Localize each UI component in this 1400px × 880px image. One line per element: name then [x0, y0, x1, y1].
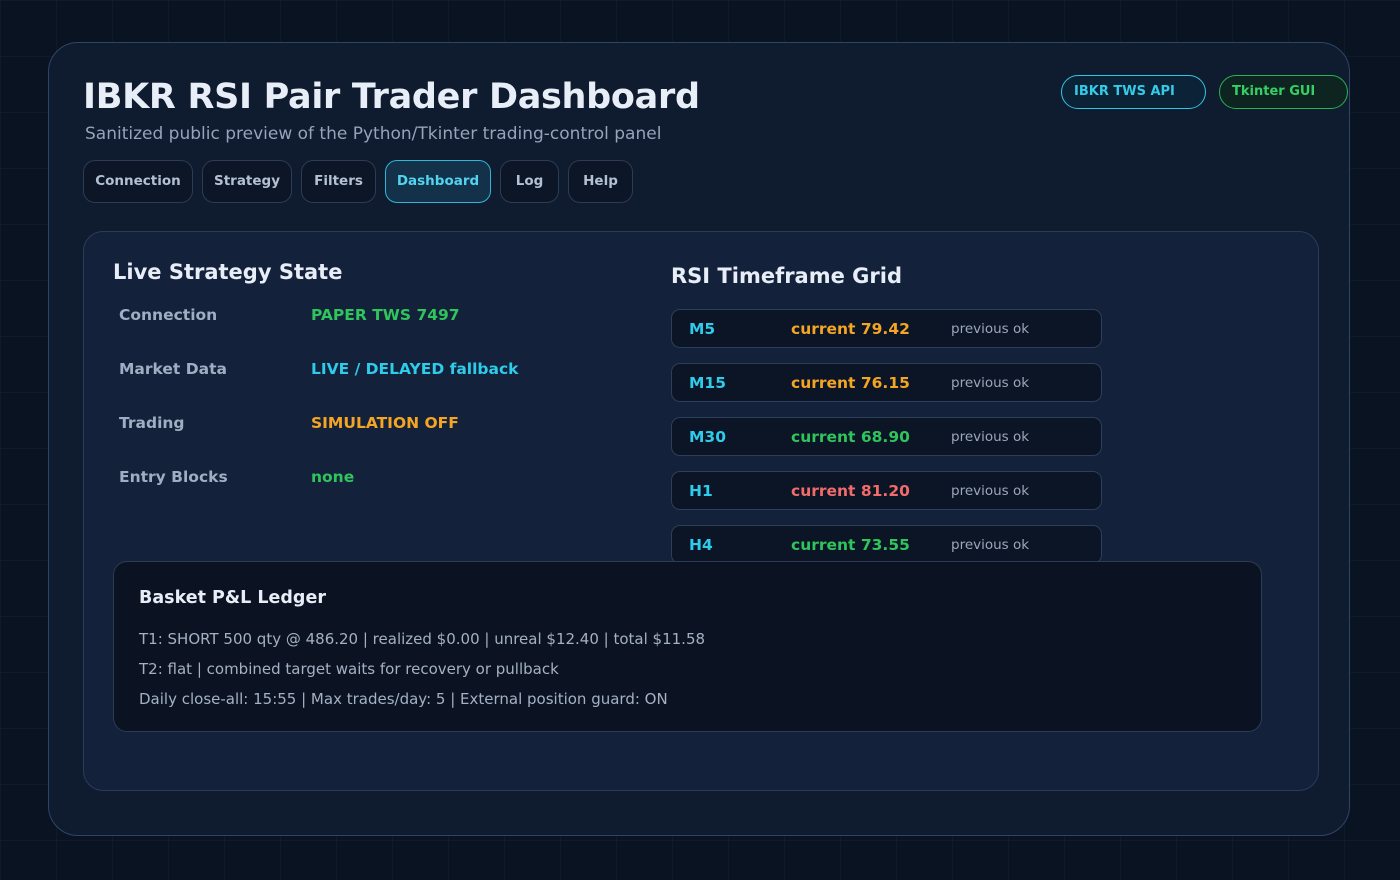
page-title: IBKR RSI Pair Trader Dashboard: [83, 77, 700, 117]
dashboard-panel: Live Strategy State Connection PAPER TWS…: [83, 231, 1319, 791]
ledger-title: Basket P&L Ledger: [139, 588, 326, 608]
timeframe-label: M30: [689, 428, 726, 446]
rsi-current-value: current 79.42: [791, 320, 910, 338]
tab-help[interactable]: Help: [568, 160, 633, 203]
rsi-previous-status: previous ok: [951, 429, 1030, 445]
rsi-row-h4: H4 current 73.55 previous ok: [671, 525, 1102, 564]
state-value-trading: SIMULATION OFF: [311, 414, 459, 432]
timeframe-label: H1: [689, 482, 713, 500]
basket-pnl-ledger: Basket P&L Ledger T1: SHORT 500 qty @ 48…: [113, 561, 1262, 732]
rsi-row-m30: M30 current 68.90 previous ok: [671, 417, 1102, 456]
timeframe-label: M15: [689, 374, 726, 392]
rsi-previous-status: previous ok: [951, 375, 1030, 391]
app-window: IBKR RSI Pair Trader Dashboard Sanitized…: [48, 42, 1350, 836]
ledger-line-daily: Daily close-all: 15:55 | Max trades/day:…: [139, 690, 668, 708]
state-value-entry-blocks: none: [311, 468, 355, 486]
rsi-row-m5: M5 current 79.42 previous ok: [671, 309, 1102, 348]
ledger-line-t1: T1: SHORT 500 qty @ 486.20 | realized $0…: [139, 630, 706, 648]
state-value-market-data: LIVE / DELAYED fallback: [311, 360, 519, 378]
rsi-previous-status: previous ok: [951, 537, 1030, 553]
rsi-current-value: current 73.55: [791, 536, 910, 554]
page-subtitle: Sanitized public preview of the Python/T…: [85, 124, 662, 144]
rsi-row-m15: M15 current 76.15 previous ok: [671, 363, 1102, 402]
tkinter-gui-badge: Tkinter GUI: [1219, 75, 1348, 109]
rsi-timeframe-grid-title: RSI Timeframe Grid: [671, 264, 902, 288]
ledger-line-t2: T2: flat | combined target waits for rec…: [139, 660, 559, 678]
timeframe-label: M5: [689, 320, 716, 338]
state-label-trading: Trading: [119, 414, 185, 432]
tab-filters[interactable]: Filters: [301, 160, 376, 203]
rsi-previous-status: previous ok: [951, 321, 1030, 337]
ibkr-tws-api-badge: IBKR TWS API: [1061, 75, 1206, 109]
rsi-previous-status: previous ok: [951, 483, 1030, 499]
state-label-connection: Connection: [119, 306, 218, 324]
rsi-current-value: current 76.15: [791, 374, 910, 392]
tab-log[interactable]: Log: [500, 160, 559, 203]
state-label-market-data: Market Data: [119, 360, 227, 378]
rsi-current-value: current 68.90: [791, 428, 910, 446]
tab-connection[interactable]: Connection: [83, 160, 193, 203]
rsi-current-value: current 81.20: [791, 482, 910, 500]
state-value-connection: PAPER TWS 7497: [311, 306, 460, 324]
tab-strategy[interactable]: Strategy: [202, 160, 292, 203]
rsi-row-h1: H1 current 81.20 previous ok: [671, 471, 1102, 510]
timeframe-label: H4: [689, 536, 713, 554]
tab-dashboard[interactable]: Dashboard: [385, 160, 491, 203]
state-label-entry-blocks: Entry Blocks: [119, 468, 228, 486]
live-strategy-state-title: Live Strategy State: [113, 260, 343, 284]
